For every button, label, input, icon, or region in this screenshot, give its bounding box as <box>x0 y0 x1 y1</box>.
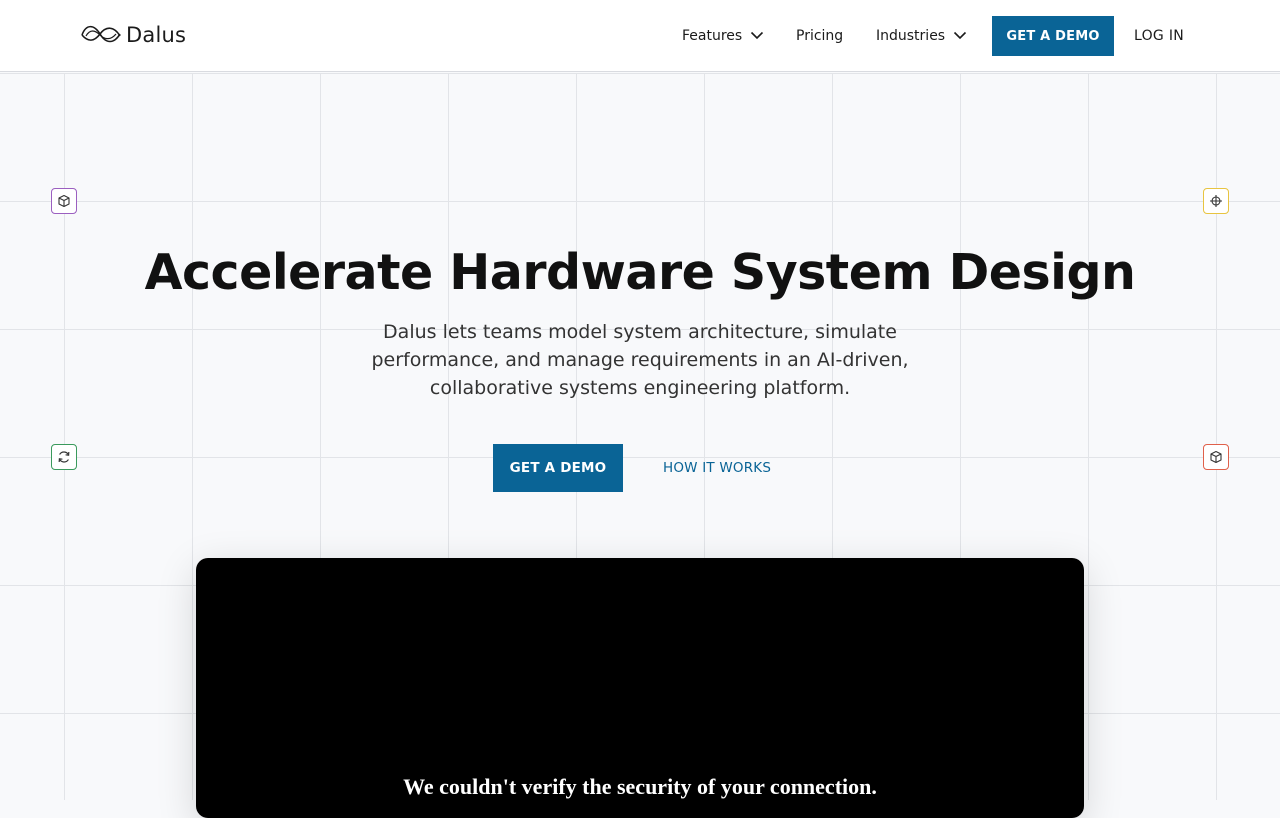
nav-industries-label: Industries <box>876 28 946 44</box>
logo[interactable]: Dalus <box>80 22 186 48</box>
logo-text: Dalus <box>126 23 187 47</box>
dalus-logo-icon <box>81 25 121 43</box>
header-get-demo-button[interactable]: GET A DEMO <box>992 16 1114 56</box>
cube-icon <box>1203 444 1229 470</box>
login-link[interactable]: LOG IN <box>1134 28 1184 44</box>
nav-features-label: Features <box>682 28 743 44</box>
crosshair-icon <box>1203 188 1229 214</box>
chevron-down-icon <box>750 28 764 44</box>
how-it-works-link[interactable]: HOW IT WORKS <box>663 460 771 476</box>
refresh-icon <box>51 444 77 470</box>
video-error-message: We couldn't verify the security of your … <box>403 774 877 799</box>
hero-get-demo-button[interactable]: GET A DEMO <box>493 444 623 492</box>
nav-pricing-label: Pricing <box>796 28 844 44</box>
cube-icon <box>51 188 77 214</box>
nav-features[interactable]: Features <box>682 28 764 44</box>
site-header: Dalus Features Pricing Industries GET A … <box>0 0 1280 72</box>
hero-title: Accelerate Hardware System Design <box>144 244 1136 301</box>
hero-subtitle: Dalus lets teams model system architectu… <box>371 321 909 399</box>
nav-industries[interactable]: Industries <box>876 28 967 44</box>
video-panel[interactable]: We couldn't verify the security of your … <box>196 558 1084 818</box>
nav-pricing[interactable]: Pricing <box>796 28 843 44</box>
chevron-down-icon <box>953 28 967 44</box>
